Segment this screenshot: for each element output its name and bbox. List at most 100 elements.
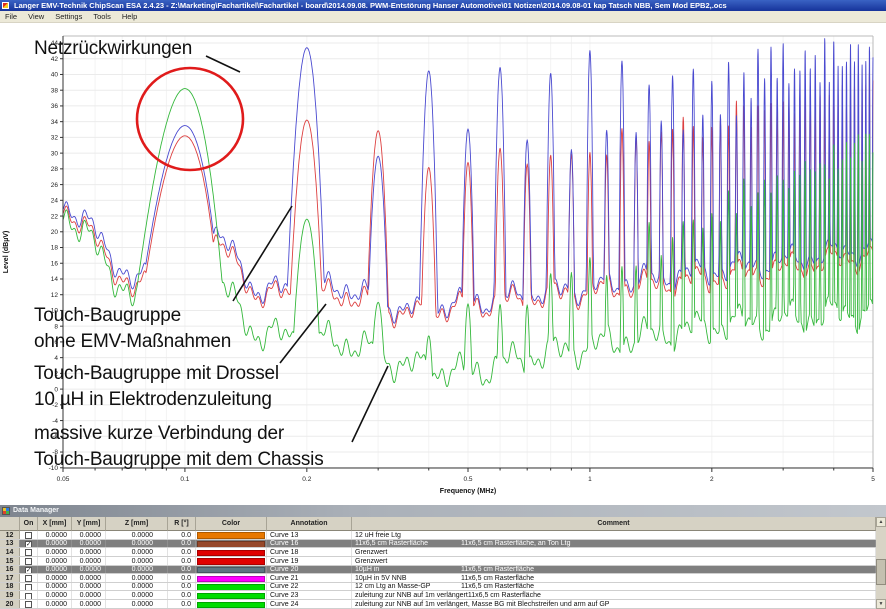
table-row-19[interactable]: 190.00000.00000.00000.0Curve 23zuleitung… [0, 591, 876, 600]
color-swatch[interactable] [197, 532, 265, 538]
r-value: 0.0 [168, 548, 196, 556]
annotation-cell: Curve 20 [267, 566, 352, 574]
data-manager-panel: Data Manager OnX [mm]Y [mm]Z [mm]R [°]Co… [0, 505, 886, 609]
x-axis-label: Frequency (MHz) [440, 488, 496, 495]
z-value: 0.0000 [106, 566, 168, 574]
column-header-on[interactable]: On [20, 517, 38, 531]
annotation-cell: Curve 18 [267, 548, 352, 556]
annotation-text-2: Touch-Baugruppe mit Drossel10 µH in Elek… [34, 361, 279, 413]
comment-cell: 12 cm Ltg an Masse-GP11x6,5 cm Rasterflä… [352, 583, 876, 591]
y-value: 0.0000 [72, 566, 106, 574]
menu-help[interactable]: Help [122, 12, 137, 21]
row-number: 12 [0, 531, 20, 539]
svg-text:36: 36 [51, 103, 59, 110]
comment-cell: 10µH in11x6,5 cm Rasterfläche [352, 566, 876, 574]
row-number: 19 [0, 591, 20, 599]
row-checkbox[interactable] [25, 593, 32, 600]
y-axis-label: Level (dBµV) [3, 231, 10, 274]
table-row-18[interactable]: 180.00000.00000.00000.0Curve 2212 cm Ltg… [0, 583, 876, 592]
menu-bar: File View Settings Tools Help [0, 11, 886, 23]
svg-text:12: 12 [51, 292, 59, 299]
column-header-annotation[interactable]: Annotation [267, 517, 352, 531]
comment-cell: 11x6,5 cm Rasterfläche11x6,5 cm Rasterfl… [352, 540, 876, 548]
comment-cell: zuleitung zur NNB auf 1m verlängert11x6,… [352, 591, 876, 599]
svg-text:0.5: 0.5 [463, 476, 472, 483]
color-swatch[interactable] [197, 558, 265, 564]
annotation-cell: Curve 16 [267, 540, 352, 548]
row-checkbox[interactable] [25, 584, 32, 591]
data-manager-title-bar[interactable]: Data Manager [0, 505, 886, 517]
z-value: 0.0000 [106, 531, 168, 539]
window-title: Langer EMV-Technik ChipScan ESA 2.4.23 -… [14, 1, 727, 10]
annotation-cell: Curve 22 [267, 583, 352, 591]
annotation-cell: Curve 23 [267, 591, 352, 599]
x-value: 0.0000 [38, 531, 72, 539]
annotation-cell: Curve 13 [267, 531, 352, 539]
annotation-text-0: Netzrückwirkungen [34, 36, 192, 62]
column-header-zmm[interactable]: Z [mm] [106, 517, 168, 531]
color-swatch[interactable] [197, 567, 265, 573]
color-swatch[interactable] [197, 584, 265, 590]
row-checkbox[interactable] [25, 549, 32, 556]
x-value: 0.0000 [38, 600, 72, 608]
table-row-14[interactable]: 140.00000.00000.00000.0Curve 18Grenzwert [0, 548, 876, 557]
pointer-line-1 [233, 206, 292, 301]
column-header-row[interactable] [0, 517, 20, 531]
row-checkbox[interactable] [25, 601, 32, 608]
table-row-15[interactable]: 150.00000.00000.00000.0Curve 19Grenzwert [0, 557, 876, 566]
scroll-up-button[interactable]: ▲ [876, 517, 886, 527]
color-swatch[interactable] [197, 593, 265, 599]
scroll-thumb[interactable] [876, 559, 886, 585]
scroll-down-button[interactable]: ▼ [876, 599, 886, 609]
color-swatch[interactable] [197, 541, 265, 547]
vertical-scrollbar[interactable]: ▲ ▼ [876, 517, 886, 609]
svg-text:30: 30 [51, 150, 59, 157]
r-value: 0.0 [168, 591, 196, 599]
menu-file[interactable]: File [5, 12, 17, 21]
row-checkbox[interactable] [25, 575, 32, 582]
row-checkbox[interactable]: ✓ [25, 567, 32, 574]
application-window: Langer EMV-Technik ChipScan ESA 2.4.23 -… [0, 0, 886, 609]
table-body: 120.00000.00000.00000.0Curve 1312 uH fre… [0, 531, 876, 609]
table-row-20[interactable]: 200.00000.00000.00000.0Curve 24zuleitung… [0, 600, 876, 609]
menu-tools[interactable]: Tools [93, 12, 111, 21]
svg-text:28: 28 [51, 166, 59, 173]
svg-text:26: 26 [51, 182, 59, 189]
annotation-text-3: massive kurze Verbindung derTouch-Baugru… [34, 421, 324, 473]
color-swatch[interactable] [197, 550, 265, 556]
row-checkbox[interactable] [25, 558, 32, 565]
app-icon [2, 2, 9, 9]
menu-view[interactable]: View [28, 12, 44, 21]
column-header-color[interactable]: Color [196, 517, 267, 531]
x-value: 0.0000 [38, 548, 72, 556]
table-row-13[interactable]: 13✓0.00000.00000.00000.0Curve 1611x6,5 c… [0, 540, 876, 549]
row-number: 13 [0, 540, 20, 548]
y-value: 0.0000 [72, 548, 106, 556]
svg-text:5: 5 [871, 476, 875, 483]
r-value: 0.0 [168, 583, 196, 591]
r-value: 0.0 [168, 574, 196, 582]
row-checkbox[interactable] [25, 532, 32, 539]
menu-settings[interactable]: Settings [55, 12, 82, 21]
table-row-12[interactable]: 120.00000.00000.00000.0Curve 1312 uH fre… [0, 531, 876, 540]
row-checkbox[interactable]: ✓ [25, 541, 32, 548]
highlight-circle [137, 68, 243, 170]
table-header: OnX [mm]Y [mm]Z [mm]R [°]ColorAnnotation… [0, 517, 876, 531]
svg-text:20: 20 [51, 229, 59, 236]
comment-cell: zuleitung zur NNB auf 1m verlängert, Mas… [352, 600, 876, 608]
z-value: 0.0000 [106, 600, 168, 608]
x-value: 0.0000 [38, 566, 72, 574]
r-value: 0.0 [168, 531, 196, 539]
column-header-xmm[interactable]: X [mm] [38, 517, 72, 531]
row-number: 16 [0, 566, 20, 574]
color-swatch[interactable] [197, 576, 265, 582]
column-header-ymm[interactable]: Y [mm] [72, 517, 106, 531]
column-header-comment[interactable]: Comment [352, 517, 876, 531]
column-header-r[interactable]: R [°] [168, 517, 196, 531]
color-swatch[interactable] [197, 602, 265, 608]
svg-text:16: 16 [51, 260, 59, 267]
table-row-17[interactable]: 170.00000.00000.00000.0Curve 2110µH in 5… [0, 574, 876, 583]
comment-cell: 10µH in 5V NNB11x6,5 cm Rasterfläche [352, 574, 876, 582]
table-row-16[interactable]: 16✓0.00000.00000.00000.0Curve 2010µH in1… [0, 566, 876, 575]
annotation-cell: Curve 21 [267, 574, 352, 582]
